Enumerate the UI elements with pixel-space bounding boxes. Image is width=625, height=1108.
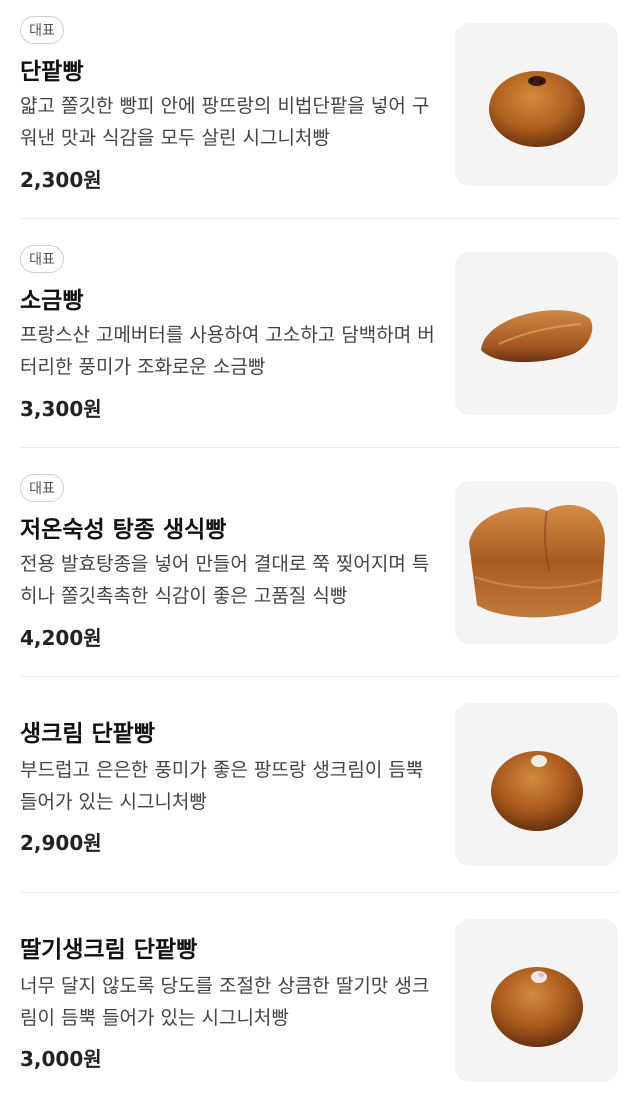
- menu-item-price: 3,000원: [20, 1047, 102, 1071]
- menu-item-description: 너무 달지 않도록 당도를 조절한 상큼한 딸기맛 생크림이 듬뿍 들어가 있는…: [20, 975, 430, 1029]
- menu-item-name: 소금빵: [20, 288, 84, 314]
- menu-item-name: 생크림 단팥빵: [20, 721, 155, 747]
- menu-item-strawberry-cream-danpat[interactable]: 딸기생크림 단팥빵 너무 달지 않도록 당도를 조절한 상큼한 딸기맛 생크림이…: [20, 903, 620, 1108]
- divider: [20, 892, 620, 893]
- bread-image-strawberry-cream-bun[interactable]: [455, 919, 618, 1082]
- menu-item-description: 프랑스산 고메버터를 사용하여 고소하고 담백하며 버터리한 풍미가 조화로운 …: [20, 324, 435, 378]
- bread-image-round-bun[interactable]: [455, 23, 618, 186]
- bread-image-salt-bread[interactable]: [455, 252, 618, 415]
- menu-item-cream-danpat[interactable]: 생크림 단팥빵 부드럽고 은은한 풍미가 좋은 팡뜨랑 생크림이 듬뿍 들어가 …: [20, 687, 620, 892]
- signature-badge: 대표: [20, 474, 64, 502]
- menu-item-description: 전용 발효탕종을 넣어 만들어 결대로 쭉 찢어지며 특히나 쫄깃촉촉한 식감이…: [20, 553, 430, 607]
- menu-item-description: 부드럽고 은은한 풍미가 좋은 팡뜨랑 생크림이 듬뿍 들어가 있는 시그니처빵: [20, 759, 424, 813]
- divider: [20, 218, 620, 219]
- menu-item-price: 4,200원: [20, 626, 102, 650]
- divider: [20, 676, 620, 677]
- signature-badge: 대표: [20, 16, 64, 44]
- bread-image-milk-bread[interactable]: [455, 481, 618, 644]
- signature-badge: 대표: [20, 245, 64, 273]
- menu-item-danpat[interactable]: 대표 단팥빵 얇고 쫄깃한 빵피 안에 팡뜨랑의 비법단팥을 넣어 구워낸 맛과…: [20, 0, 620, 218]
- menu-item-price: 2,300원: [20, 168, 102, 192]
- menu-item-price: 2,900원: [20, 831, 102, 855]
- menu-item-price: 3,300원: [20, 397, 102, 421]
- divider: [20, 447, 620, 448]
- menu-item-salt-bread[interactable]: 대표 소금빵 프랑스산 고메버터를 사용하여 고소하고 담백하며 버터리한 풍미…: [20, 229, 620, 447]
- menu-item-description: 얇고 쫄깃한 빵피 안에 팡뜨랑의 비법단팥을 넣어 구워낸 맛과 식감을 모두…: [20, 95, 430, 149]
- menu-item-name: 단팥빵: [20, 59, 84, 85]
- menu-item-name: 딸기생크림 단팥빵: [20, 937, 198, 963]
- menu-item-milk-bread[interactable]: 대표 저온숙성 탕종 생식빵 전용 발효탕종을 넣어 만들어 결대로 쭉 찢어지…: [20, 458, 620, 676]
- menu-item-name: 저온숙성 탕종 생식빵: [20, 517, 227, 543]
- bread-image-cream-bun[interactable]: [455, 703, 618, 866]
